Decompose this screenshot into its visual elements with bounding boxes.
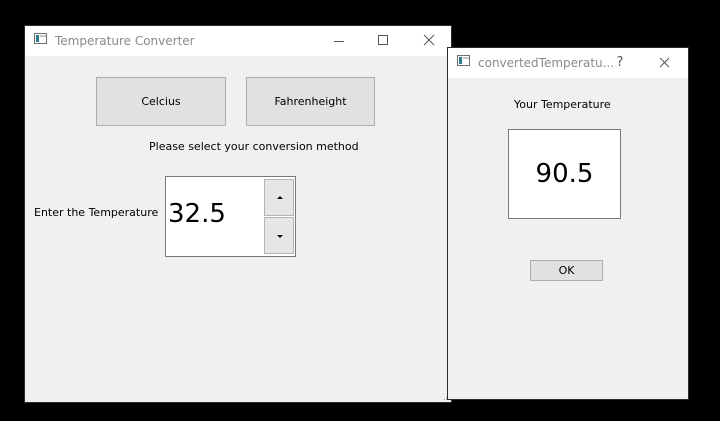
dialog-title: convertedTemperatu... [478,56,615,70]
celcius-button[interactable]: Celcius [96,77,226,126]
app-icon [457,55,470,66]
minimize-button[interactable] [319,26,359,56]
dialog-close-button[interactable] [646,48,686,78]
spin-down-icon [277,235,283,238]
minimize-icon [334,41,344,42]
main-titlebar[interactable]: Temperature Converter [25,26,451,56]
dialog-titlebar[interactable]: convertedTemperatu... ? [448,48,688,78]
converted-temperature-display: 90.5 [508,129,621,219]
main-window: Temperature Converter Celcius Fahrenheig… [25,26,451,402]
spin-down-button[interactable] [264,217,294,254]
ok-button[interactable]: OK [530,260,603,281]
close-icon [423,34,435,46]
help-icon[interactable]: ? [610,55,630,70]
temperature-spinbox[interactable]: 32.5 [165,176,296,257]
close-icon [659,57,670,68]
spin-up-icon [277,196,283,199]
fahrenheit-button[interactable]: Fahrenheight [246,77,375,126]
maximize-button[interactable] [363,26,403,56]
instruction-label: Please select your conversion method [149,140,359,153]
enter-temperature-label: Enter the Temperature [34,206,159,219]
maximize-icon [378,35,388,45]
temperature-input-value[interactable]: 32.5 [168,199,226,229]
main-window-title: Temperature Converter [55,34,195,48]
spin-up-button[interactable] [264,179,294,216]
close-button[interactable] [409,26,449,56]
converted-temperature-dialog: convertedTemperatu... ? Your Temperature… [448,48,688,399]
your-temperature-label: Your Temperature [514,98,611,111]
app-icon [34,33,47,44]
